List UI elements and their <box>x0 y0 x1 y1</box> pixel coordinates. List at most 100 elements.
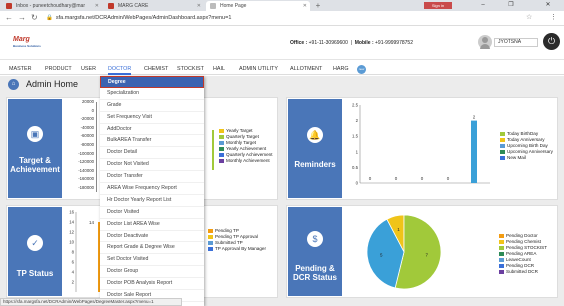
lock-icon: 🔒 <box>46 15 53 21</box>
logo-text: Marg <box>13 36 30 43</box>
bar-value-label: 0 <box>395 176 398 181</box>
window-close-icon[interactable]: ✕ <box>534 0 562 11</box>
dropdown-item[interactable]: Doctor Group <box>100 266 204 279</box>
bar-value-label: 0 <box>447 176 450 181</box>
dropdown-item[interactable]: Doctor Visited <box>100 207 204 219</box>
browser-menu-icon[interactable]: ⋮ <box>550 13 557 21</box>
dropdown-item[interactable]: BulkAREA Transfer <box>100 135 204 148</box>
legend-item: Monthly Achievement <box>219 158 272 164</box>
dropdown-item[interactable]: Doctor Detail <box>100 147 204 160</box>
dropdown-item[interactable]: Report Grade & Degree Wise <box>100 242 204 255</box>
dropdown-item[interactable]: Doctor List AREA Wise <box>100 219 204 231</box>
dropdown-item[interactable]: AddDoctor <box>100 124 204 136</box>
menu-item-doctor[interactable]: DOCTOR <box>108 64 132 75</box>
legend-swatch <box>499 257 504 262</box>
bar <box>471 120 477 183</box>
briefcase-icon: ▣ <box>27 126 43 142</box>
close-icon[interactable]: ✕ <box>95 1 99 11</box>
menu-item-master[interactable]: MASTER <box>9 64 31 75</box>
dropdown-item[interactable]: Doctor Not Visited <box>100 159 204 172</box>
dropdown-item[interactable]: Specialization <box>100 88 204 100</box>
menu-item-user[interactable]: USER <box>81 64 96 75</box>
new-badge: new <box>357 65 366 74</box>
tp-legend: Pending TP Pending TP Approval Submitted T… <box>208 228 266 252</box>
target-tile[interactable]: ▣ Target & Achievement <box>8 99 62 198</box>
legend-label: Submitted TP <box>215 240 243 245</box>
y-tick-label: 1 <box>356 149 359 154</box>
status-bar-url: https://sfa.margsfa.net/DCRAdmin/WebPage… <box>0 298 182 306</box>
dropdown-item[interactable]: AREA Wise Frequency Report <box>100 183 204 195</box>
pending-title: Pending & <box>295 264 335 273</box>
main-menu: MASTER PRODUCT USER DOCTOR CHEMIST STOCK… <box>0 64 564 75</box>
legend-label: Upcoming Birth Day <box>507 143 548 148</box>
power-icon[interactable]: ⏻ <box>543 33 560 50</box>
close-icon[interactable]: ✕ <box>303 1 307 11</box>
menu-item-stockist[interactable]: STOCKIST <box>177 64 204 75</box>
legend-swatch <box>500 149 505 154</box>
menu-item-hail[interactable]: HAIL <box>213 64 225 75</box>
marg-logo: Marg Business Solutions <box>13 36 41 48</box>
maximize-icon[interactable]: ❐ <box>498 0 524 11</box>
url-text: sfa.margsfa.net/DCRAdmin/WebPages/AdminD… <box>55 15 232 21</box>
menu-item-admin-utility[interactable]: ADMIN UTILITY <box>239 64 278 75</box>
y-tick-label: -20000 <box>80 116 94 122</box>
bar-value-label: 2 <box>473 115 476 120</box>
reload-icon[interactable]: ↻ <box>31 14 38 22</box>
clipboard-icon: ✓ <box>27 235 43 251</box>
page-icon <box>210 3 216 9</box>
menu-item-harg[interactable]: HARG <box>333 64 349 75</box>
y-tick-label: 20000 <box>82 99 94 104</box>
office-label: Office : <box>290 40 308 46</box>
new-tab-button[interactable]: + <box>313 1 323 11</box>
y-tick-label: -120000 <box>78 159 94 165</box>
tab-label: Home Page <box>220 3 247 9</box>
dropdown-item[interactable]: Set Frequency Visit <box>100 112 204 124</box>
legend-swatch <box>499 269 504 274</box>
target-title: Target & <box>19 156 51 165</box>
menu-item-chemist[interactable]: CHEMIST <box>144 64 168 75</box>
dropdown-item[interactable]: Grade <box>100 100 204 112</box>
y-tick-label: 16 <box>69 210 74 215</box>
dropdown-item[interactable]: Doctor Transfer <box>100 171 204 184</box>
tp-tile[interactable]: ✓ TP Status <box>8 207 62 296</box>
menu-item-allotment[interactable]: ALLOTMENT <box>290 64 322 75</box>
minimize-icon[interactable]: – <box>470 0 496 11</box>
legend-label: Pending TP Approval <box>215 234 258 239</box>
sign-in-button[interactable]: Sign in <box>424 2 452 9</box>
reminders-tile[interactable]: 🔔 Reminders <box>288 99 342 198</box>
reminders-legend: Today BirthDay Today Anniversary Upcoming … <box>500 131 553 161</box>
y-tick-label: 0.5 <box>352 165 359 170</box>
dropdown-item[interactable]: Doctor Deactivate <box>100 231 204 243</box>
pending-tile[interactable]: $ Pending & DCR Status <box>288 207 342 296</box>
y-tick-label: 8 <box>72 250 75 255</box>
dropdown-item[interactable]: Hr Doctor Yearly Report List <box>100 195 204 207</box>
url-field[interactable]: 🔒 sfa.margsfa.net/DCRAdmin/WebPages/Admin… <box>46 13 466 24</box>
browser-tab-home[interactable]: Home Page ✕ <box>206 1 310 11</box>
bookmark-star-icon[interactable]: ☆ <box>526 13 532 21</box>
legend-label: Today BirthDay <box>507 131 539 136</box>
legend-swatch <box>219 152 224 157</box>
y-tick-label: 10 <box>69 240 74 245</box>
forward-icon[interactable]: → <box>18 14 26 22</box>
y-tick-label: -80000 <box>80 142 94 147</box>
legend-swatch <box>219 146 224 151</box>
page-title: Admin Home <box>26 79 79 89</box>
legend-swatch <box>499 251 504 256</box>
username-box[interactable]: JYOTSNA <box>494 38 538 47</box>
avatar[interactable] <box>478 35 492 49</box>
bell-icon: 🔔 <box>307 127 323 143</box>
browser-tab-inbox[interactable]: Inbox - puneetchoudhary@mar ✕ <box>2 1 102 11</box>
browser-tab-margcare[interactable]: MARG CARE ✕ <box>104 1 204 11</box>
back-icon[interactable]: ← <box>5 14 13 22</box>
legend-swatch <box>208 246 213 251</box>
dropdown-item[interactable]: Doctor POB Analysis Report <box>100 278 204 291</box>
dropdown-item[interactable]: Degree <box>100 76 204 88</box>
pending-legend: Pending Doctor Pending Chemist Pending STO… <box>499 233 547 275</box>
dropdown-item[interactable]: Set Doctor Visited <box>100 254 204 267</box>
legend-item: TP Approval By Manager <box>208 246 266 252</box>
y-tick-label: -100000 <box>78 150 94 156</box>
close-icon[interactable]: ✕ <box>197 1 201 11</box>
home-icon[interactable]: ⌂ <box>8 79 19 90</box>
y-tick-label: 4 <box>72 270 75 275</box>
menu-item-product[interactable]: PRODUCT <box>45 64 72 75</box>
